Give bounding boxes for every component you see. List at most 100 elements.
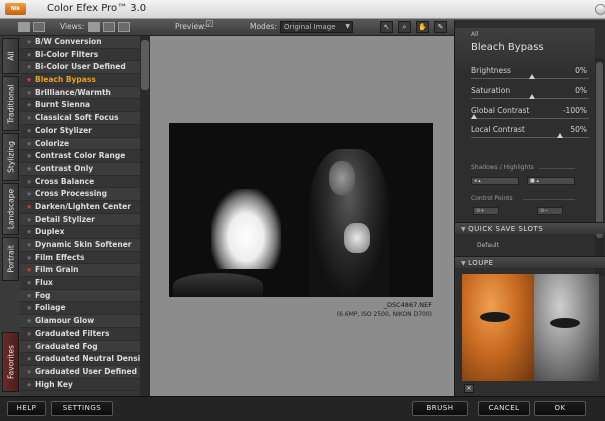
hand-icon[interactable]: ✋ <box>416 21 429 33</box>
filter-item[interactable]: ★ Glamour Glow <box>20 315 140 328</box>
add-control-point-button[interactable]: ⊙+ <box>473 207 499 215</box>
favorite-star-icon[interactable]: ★ <box>26 353 35 366</box>
quick-save-header[interactable]: ▼ QUICK SAVE SLOTS <box>455 222 605 234</box>
slider-knob[interactable] <box>528 94 535 99</box>
loupe-header[interactable]: ▼ LOUPE <box>455 256 605 268</box>
preview-checkbox[interactable]: ☑ <box>205 20 213 30</box>
favorite-star-icon[interactable]: ★ <box>26 366 35 379</box>
highlights-slider[interactable]: ■ ▴ <box>527 177 575 185</box>
scrollbar-thumb[interactable] <box>596 62 603 238</box>
favorite-star-icon[interactable]: ★ <box>26 277 35 290</box>
filter-item[interactable]: ★ Cross Processing <box>20 188 140 201</box>
filter-item[interactable]: ★ Fog <box>20 289 140 303</box>
favorite-star-icon[interactable]: ★ <box>26 138 35 151</box>
filter-item[interactable]: ★ Contrast Only <box>20 162 140 176</box>
favorite-star-icon[interactable]: ★ <box>26 290 35 303</box>
favorite-star-icon[interactable]: ★ <box>26 214 35 227</box>
slider-brightness[interactable]: Brightness 0% <box>471 66 589 79</box>
eyedropper-icon[interactable]: ✎ <box>434 21 447 33</box>
slider-knob[interactable] <box>557 133 564 138</box>
favorite-star-icon[interactable]: ★ <box>26 315 35 328</box>
favorite-star-icon[interactable]: ★ <box>26 125 35 138</box>
settings-button[interactable]: SETTINGS <box>51 401 113 416</box>
favorite-star-icon[interactable]: ★ <box>26 36 35 49</box>
slider-global-contrast[interactable]: Global Contrast -100% <box>471 106 589 119</box>
quick-save-default[interactable]: Default <box>477 242 499 249</box>
favorite-star-icon[interactable]: ★ <box>26 61 35 74</box>
favorite-star-icon[interactable]: ★ <box>26 302 35 315</box>
view-split-icon[interactable] <box>103 22 115 32</box>
filter-item[interactable]: ★ B/W Conversion <box>20 36 140 49</box>
filter-item[interactable]: ★ Flux <box>20 277 140 290</box>
help-button[interactable]: HELP <box>7 401 46 416</box>
tab-stylizing[interactable]: Stylizing <box>2 133 19 181</box>
favorite-star-icon[interactable]: ★ <box>26 176 35 189</box>
slider-track[interactable] <box>471 137 589 138</box>
slider-knob[interactable] <box>471 114 477 119</box>
filter-item[interactable]: ★ Film Grain <box>20 264 140 278</box>
filter-item[interactable]: ★ Graduated User Defined <box>20 365 140 379</box>
tab-portrait[interactable]: Portrait <box>2 237 19 281</box>
favorite-star-icon[interactable]: ★ <box>26 188 35 201</box>
view-side-icon[interactable] <box>118 22 130 32</box>
filter-item[interactable]: ★ Colorize <box>20 137 140 151</box>
brush-button[interactable]: BRUSH <box>412 401 468 416</box>
favorite-star-icon[interactable]: ★ <box>26 150 35 163</box>
favorite-star-icon[interactable]: ★ <box>26 341 35 354</box>
favorite-star-icon[interactable]: ★ <box>26 201 35 214</box>
shadows-highlights-label[interactable]: Shadows / Highlights <box>471 164 534 171</box>
tab-all[interactable]: All <box>2 38 19 74</box>
filter-item[interactable]: ★ High Key <box>20 379 140 392</box>
favorite-star-icon[interactable]: ★ <box>26 328 35 341</box>
slider-knob[interactable] <box>528 74 535 79</box>
zoom-icon[interactable]: ⌕ <box>398 21 411 33</box>
filter-item[interactable]: ★ Graduated Filters <box>20 328 140 341</box>
filter-list-scrollbar[interactable] <box>140 36 150 396</box>
favorite-star-icon[interactable]: ★ <box>26 163 35 176</box>
filter-item[interactable]: ★ Detail Stylizer <box>20 213 140 227</box>
tab-traditional[interactable]: Traditional <box>2 76 19 131</box>
favorite-star-icon[interactable]: ★ <box>26 112 35 125</box>
remove-control-point-button[interactable]: ⊙− <box>537 207 563 215</box>
filter-item[interactable]: ★ Film Effects <box>20 252 140 265</box>
split-view-icon[interactable] <box>33 22 45 32</box>
filter-item[interactable]: ★ Dynamic Skin Softener <box>20 239 140 252</box>
pointer-icon[interactable]: ↖ <box>380 21 393 33</box>
favorite-star-icon[interactable]: ★ <box>26 49 35 62</box>
modes-dropdown[interactable]: Original Image ▼ <box>280 21 353 33</box>
controls-scrollbar[interactable] <box>595 58 604 276</box>
favorite-star-icon[interactable]: ★ <box>26 379 35 392</box>
slider-track[interactable] <box>471 118 589 119</box>
window-control-button[interactable] <box>595 4 605 15</box>
tab-landscape[interactable]: Landscape <box>2 183 19 235</box>
favorite-star-icon[interactable]: ★ <box>26 226 35 239</box>
filter-item[interactable]: ★ Bi-Color User Defined <box>20 61 140 75</box>
filter-item[interactable]: ★ Brilliance/Warmth <box>20 86 140 100</box>
ok-button[interactable]: OK <box>534 401 586 416</box>
scrollbar-thumb[interactable] <box>141 40 149 90</box>
filter-item[interactable]: ★ Graduated Neutral Density <box>20 353 140 366</box>
filter-item[interactable]: ★ Color Stylizer <box>20 125 140 138</box>
filter-item[interactable]: ★ Cross Balance <box>20 176 140 189</box>
shadows-slider[interactable]: ◂ ▴ <box>471 177 519 185</box>
favorite-star-icon[interactable]: ★ <box>26 239 35 252</box>
favorite-star-icon[interactable]: ★ <box>26 74 35 87</box>
filter-item[interactable]: ★ Bleach Bypass <box>20 74 140 87</box>
filter-item[interactable]: ★ Burnt Sienna <box>20 99 140 113</box>
filter-item[interactable]: ★ Bi-Color Filters <box>20 49 140 62</box>
favorite-star-icon[interactable]: ★ <box>26 99 35 112</box>
slider-local-contrast[interactable]: Local Contrast 50% <box>471 125 589 138</box>
favorite-star-icon[interactable]: ★ <box>26 87 35 100</box>
filter-item[interactable]: ★ Classical Soft Focus <box>20 112 140 125</box>
tab-favorites[interactable]: Favorites <box>2 332 19 392</box>
filter-item[interactable]: ★ Darken/Lighten Center <box>20 201 140 214</box>
filter-item[interactable]: ★ Foliage <box>20 302 140 316</box>
favorite-star-icon[interactable]: ★ <box>26 252 35 265</box>
cancel-button[interactable]: CANCEL <box>478 401 530 416</box>
favorite-star-icon[interactable]: ★ <box>26 264 35 277</box>
view-full-icon[interactable] <box>88 22 100 32</box>
loupe-pin-icon[interactable]: ✕ <box>464 384 474 393</box>
filter-item[interactable]: ★ Duplex <box>20 226 140 239</box>
slider-saturation[interactable]: Saturation 0% <box>471 86 589 99</box>
filter-item[interactable]: ★ Graduated Fog <box>20 340 140 354</box>
